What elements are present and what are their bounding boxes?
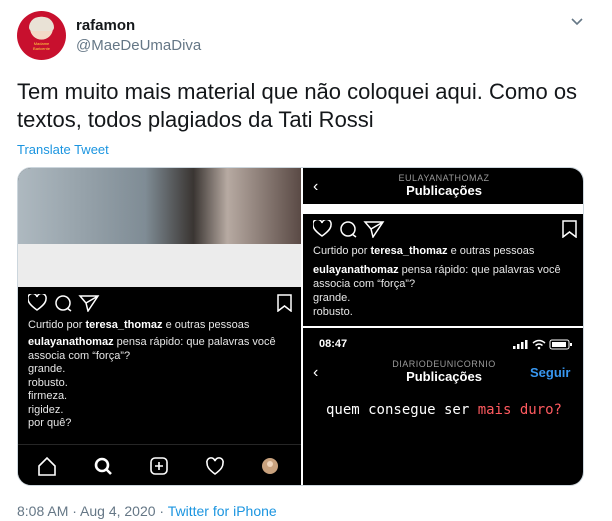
- liked-by-text: Curtido por teresa_thomaz e outras pesso…: [28, 319, 250, 331]
- screen-title: Publicações: [406, 183, 482, 198]
- heart-icon: [28, 294, 47, 311]
- heart-icon: [313, 220, 332, 237]
- liked-by-text: Curtido por teresa_thomaz e outras pesso…: [313, 245, 535, 257]
- media-bottom-right-panel[interactable]: 08:47 ‹ DIARIODEUNICORNIO Publicações Se…: [303, 328, 583, 485]
- avatar[interactable]: Madame Baricente: [17, 11, 66, 60]
- search-icon: [94, 457, 112, 475]
- comment-icon: [340, 221, 357, 238]
- bookmark-icon: [277, 294, 292, 312]
- post-photo: [18, 168, 301, 244]
- translate-tweet-link[interactable]: Translate Tweet: [17, 142, 109, 157]
- avatar-shirt-text: Madame Baricente: [33, 41, 50, 51]
- add-icon: [150, 457, 168, 475]
- send-icon: [363, 221, 385, 238]
- tweet-footer: 8:08 AM · Aug 4, 2020 · Twitter for iPho…: [17, 503, 277, 519]
- post-caption: eulayanathomaz pensa rápido: que palavra…: [28, 336, 276, 429]
- tweet-timestamp[interactable]: 8:08 AM · Aug 4, 2020 ·: [17, 503, 168, 519]
- post-quote: quem consegue ser mais duro?: [325, 402, 562, 418]
- follow-button: Seguir: [530, 365, 571, 380]
- send-icon: [78, 295, 100, 312]
- media-top-right-panel[interactable]: ‹ EULAYANATHOMAZ Publicações Curtido por…: [303, 168, 583, 326]
- tweet-text: Tem muito mais material que não coloquei…: [17, 79, 578, 132]
- display-name[interactable]: rafamon: [76, 17, 135, 34]
- tweet-source[interactable]: Twitter for iPhone: [168, 503, 277, 519]
- media-grid[interactable]: Curtido por teresa_thomaz e outras pesso…: [17, 167, 584, 486]
- instagram-bottom-nav: [18, 444, 301, 485]
- post-action-icons: [28, 294, 292, 312]
- comment-icon: [55, 295, 72, 312]
- bookmark-icon: [562, 220, 577, 238]
- heart-icon: [206, 457, 224, 475]
- post-caption: eulayanathomaz pensa rápido: que palavra…: [313, 264, 561, 318]
- home-icon: [38, 456, 56, 476]
- battery-icon: [549, 339, 572, 350]
- wifi-icon: [532, 339, 546, 350]
- user-handle[interactable]: @MaeDeUmaDiva: [76, 37, 201, 54]
- post-action-icons: [313, 220, 577, 238]
- status-time: 08:47: [319, 338, 348, 350]
- media-left-panel[interactable]: Curtido por teresa_thomaz e outras pesso…: [18, 168, 301, 485]
- signal-icon: [513, 340, 528, 349]
- status-icons: [513, 339, 572, 350]
- chevron-down-icon[interactable]: [570, 14, 584, 28]
- account-name: EULAYANATHOMAZ: [398, 173, 490, 183]
- profile-icon: [262, 458, 278, 474]
